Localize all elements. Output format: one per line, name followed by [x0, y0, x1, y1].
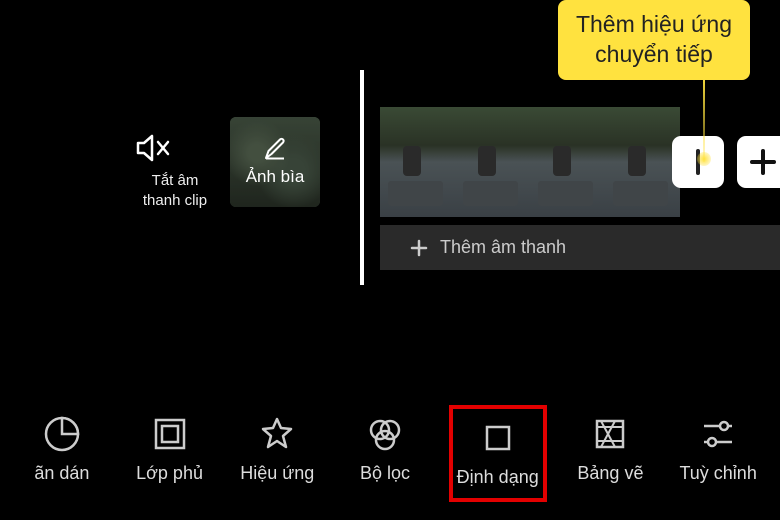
- tool-label: ãn dán: [34, 463, 89, 484]
- clip-thumbnail[interactable]: [455, 107, 530, 217]
- transition-tooltip: Thêm hiệu ứng chuyển tiếp: [558, 0, 750, 80]
- cover-button[interactable]: Ảnh bìa: [230, 117, 320, 207]
- playhead[interactable]: [360, 70, 364, 285]
- tool-effects[interactable]: Hiệu ứng: [233, 405, 321, 502]
- add-clip-button[interactable]: [737, 136, 780, 188]
- mute-label: Tắt âm thanh clip: [135, 171, 215, 210]
- tooltip-dot: [697, 152, 711, 166]
- tool-label: Lớp phủ: [136, 463, 203, 484]
- tooltip-pointer: [703, 72, 705, 162]
- pencil-icon: [263, 137, 287, 161]
- tool-canvas[interactable]: Bảng vẽ: [566, 405, 654, 502]
- clip-thumbnail[interactable]: [605, 107, 680, 217]
- bottom-toolbar: ãn dán Lớp phủ Hiệu ứng Bộ lọc Định dạng: [0, 405, 780, 502]
- speaker-mute-icon: [135, 133, 171, 163]
- add-audio-label: Thêm âm thanh: [440, 237, 566, 258]
- effects-icon: [258, 415, 296, 453]
- sticker-icon: [43, 415, 81, 453]
- plus-icon: [410, 239, 428, 257]
- tooltip-line1: Thêm hiệu ứng: [576, 11, 732, 37]
- timeline-editor: Tắt âm thanh clip Ảnh bìa Thêm âm: [0, 105, 780, 305]
- tool-overlay[interactable]: Lớp phủ: [126, 405, 214, 502]
- tool-label: Tuỳ chỉnh: [679, 463, 756, 484]
- plus-icon: [748, 147, 778, 177]
- tool-filter[interactable]: Bộ lọc: [341, 405, 429, 502]
- tool-format[interactable]: Định dạng: [449, 405, 547, 502]
- overlay-icon: [151, 415, 189, 453]
- add-audio-button[interactable]: Thêm âm thanh: [380, 225, 780, 270]
- tool-label: Bộ lọc: [360, 463, 410, 484]
- tool-sticker[interactable]: ãn dán: [18, 405, 106, 502]
- canvas-icon: [591, 415, 629, 453]
- tooltip-line2: chuyển tiếp: [595, 41, 713, 67]
- tool-adjust[interactable]: Tuỳ chỉnh: [674, 405, 762, 502]
- tool-label: Định dạng: [457, 467, 539, 488]
- cover-label: Ảnh bìa: [246, 167, 305, 187]
- filter-icon: [366, 415, 404, 453]
- clip-thumbnail[interactable]: [530, 107, 605, 217]
- tool-label: Bảng vẽ: [577, 463, 643, 484]
- mute-clip-button[interactable]: Tắt âm thanh clip: [135, 133, 215, 210]
- adjust-icon: [699, 415, 737, 453]
- tool-label: Hiệu ứng: [240, 463, 314, 484]
- clip-thumbnail[interactable]: [380, 107, 455, 217]
- format-icon: [479, 419, 517, 457]
- cover-overlay: [230, 117, 320, 207]
